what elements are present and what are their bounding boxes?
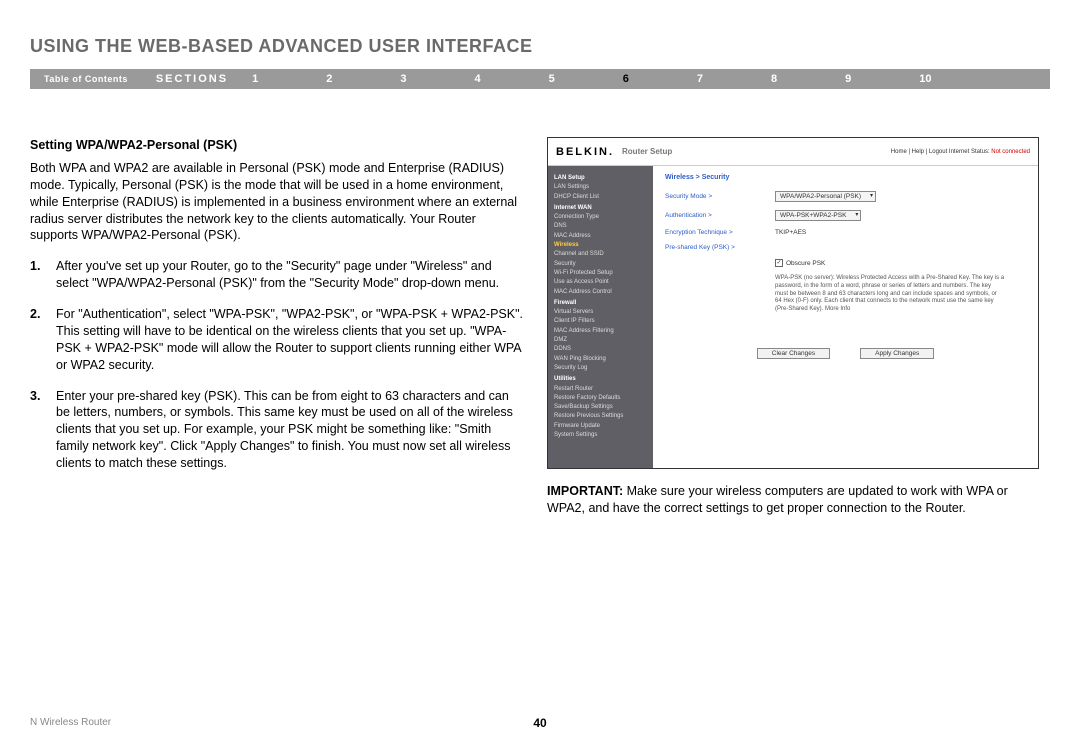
encryption-value: TKIP+AES bbox=[775, 229, 806, 236]
screenshot-column: BELKIN. Router Setup Home | Help | Logou… bbox=[547, 137, 1050, 517]
apply-changes-button[interactable]: Apply Changes bbox=[860, 348, 934, 359]
security-mode-label: Security Mode > bbox=[665, 193, 775, 200]
sidebar-item[interactable]: MAC Address Filtering bbox=[554, 327, 647, 336]
sidebar-item[interactable]: DDNS bbox=[554, 345, 647, 354]
step-text: Enter your pre-shared key (PSK). This ca… bbox=[56, 388, 525, 472]
section-link-1[interactable]: 1 bbox=[252, 73, 258, 85]
sidebar-item[interactable]: DMZ bbox=[554, 336, 647, 345]
section-numbers: 1 2 3 4 5 6 7 8 9 10 bbox=[252, 73, 931, 85]
obscure-psk-label: Obscure PSK bbox=[786, 260, 825, 267]
sidebar-item[interactable]: Internet WAN bbox=[554, 204, 647, 213]
encryption-label: Encryption Technique > bbox=[665, 229, 775, 236]
sidebar-item[interactable]: Restore Factory Defaults bbox=[554, 394, 647, 403]
router-top-links[interactable]: Home | Help | Logout Internet Status: No… bbox=[891, 149, 1030, 155]
router-main-panel: Wireless > Security Security Mode > WPA/… bbox=[653, 166, 1038, 468]
sidebar-item[interactable]: MAC Address Control bbox=[554, 288, 647, 297]
authentication-label: Authentication > bbox=[665, 212, 775, 219]
step-text: For "Authentication", select "WPA-PSK", … bbox=[56, 306, 525, 374]
section-link-2[interactable]: 2 bbox=[326, 73, 332, 85]
section-link-10[interactable]: 10 bbox=[919, 73, 931, 85]
breadcrumb[interactable]: Wireless > Security bbox=[665, 174, 1026, 181]
sidebar-item[interactable]: WAN Ping Blocking bbox=[554, 355, 647, 364]
sidebar-item[interactable]: Virtual Servers bbox=[554, 308, 647, 317]
step-number: 1. bbox=[30, 258, 56, 292]
clear-changes-button[interactable]: Clear Changes bbox=[757, 348, 830, 359]
page-footer: N Wireless Router 40 bbox=[30, 717, 1050, 728]
sidebar-item[interactable]: LAN Setup bbox=[554, 174, 647, 183]
sidebar-item[interactable]: Client IP Filters bbox=[554, 317, 647, 326]
sidebar-item[interactable]: Wi-Fi Protected Setup bbox=[554, 269, 647, 278]
important-note: IMPORTANT: Make sure your wireless compu… bbox=[547, 483, 1039, 517]
sidebar-item[interactable]: Security bbox=[554, 260, 647, 269]
router-setup-title: Router Setup bbox=[622, 147, 672, 156]
step-3: 3.Enter your pre-shared key (PSK). This … bbox=[30, 388, 525, 472]
security-mode-select[interactable]: WPA/WPA2-Personal (PSK) bbox=[775, 191, 876, 202]
section-link-8[interactable]: 8 bbox=[771, 73, 777, 85]
section-link-6[interactable]: 6 bbox=[623, 73, 629, 85]
sidebar-item[interactable]: Wireless bbox=[554, 241, 647, 250]
obscure-psk-checkbox[interactable]: ✓ bbox=[775, 259, 783, 267]
sections-label: SECTIONS bbox=[142, 73, 252, 85]
section-link-7[interactable]: 7 bbox=[697, 73, 703, 85]
section-link-5[interactable]: 5 bbox=[549, 73, 555, 85]
section-nav-bar: Table of Contents SECTIONS 1 2 3 4 5 6 7 8 9 10 bbox=[30, 69, 1050, 89]
step-number: 2. bbox=[30, 306, 56, 374]
sidebar-item[interactable]: Security Log bbox=[554, 364, 647, 373]
page-number: 40 bbox=[533, 716, 546, 730]
sidebar-item[interactable]: Save/Backup Settings bbox=[554, 403, 647, 412]
sidebar-item[interactable]: Firmware Update bbox=[554, 422, 647, 431]
step-text: After you've set up your Router, go to t… bbox=[56, 258, 525, 292]
section-link-9[interactable]: 9 bbox=[845, 73, 851, 85]
step-1: 1.After you've set up your Router, go to… bbox=[30, 258, 525, 292]
psk-label: Pre-shared Key (PSK) > bbox=[665, 244, 775, 251]
sidebar-item[interactable]: Utilities bbox=[554, 375, 647, 384]
section-link-3[interactable]: 3 bbox=[400, 73, 406, 85]
router-ui-screenshot: BELKIN. Router Setup Home | Help | Logou… bbox=[547, 137, 1039, 469]
toc-link[interactable]: Table of Contents bbox=[30, 74, 142, 84]
step-number: 3. bbox=[30, 388, 56, 472]
sidebar-item[interactable]: System Settings bbox=[554, 431, 647, 440]
intro-paragraph: Both WPA and WPA2 are available in Perso… bbox=[30, 160, 525, 244]
authentication-select[interactable]: WPA-PSK+WPA2-PSK bbox=[775, 210, 861, 221]
sidebar-item[interactable]: Channel and SSID bbox=[554, 250, 647, 259]
sidebar-item[interactable]: Connection Type bbox=[554, 213, 647, 222]
sidebar-item[interactable]: Firewall bbox=[554, 299, 647, 308]
router-sidebar[interactable]: LAN SetupLAN SettingsDHCP Client List Int… bbox=[548, 166, 653, 468]
psk-help-text: WPA-PSK (no server): Wireless Protected … bbox=[775, 275, 1005, 314]
sidebar-item[interactable]: Restore Previous Settings bbox=[554, 412, 647, 421]
belkin-logo: BELKIN. bbox=[556, 146, 612, 158]
router-header: BELKIN. Router Setup Home | Help | Logou… bbox=[548, 138, 1038, 166]
page-title: USING THE WEB-BASED ADVANCED USER INTERF… bbox=[30, 36, 1050, 57]
internet-status: Not connected bbox=[991, 149, 1030, 155]
product-name: N Wireless Router bbox=[30, 717, 111, 728]
sidebar-item[interactable]: DNS bbox=[554, 222, 647, 231]
sidebar-item[interactable]: MAC Address bbox=[554, 232, 647, 241]
section-link-4[interactable]: 4 bbox=[474, 73, 480, 85]
instructions-column: Setting WPA/WPA2-Personal (PSK) Both WPA… bbox=[30, 137, 525, 517]
sidebar-item[interactable]: LAN Settings bbox=[554, 183, 647, 192]
section-subtitle: Setting WPA/WPA2-Personal (PSK) bbox=[30, 137, 525, 154]
sidebar-item[interactable]: Use as Access Point bbox=[554, 278, 647, 287]
sidebar-item[interactable]: DHCP Client List bbox=[554, 193, 647, 202]
sidebar-item[interactable]: Restart Router bbox=[554, 385, 647, 394]
step-2: 2.For "Authentication", select "WPA-PSK"… bbox=[30, 306, 525, 374]
